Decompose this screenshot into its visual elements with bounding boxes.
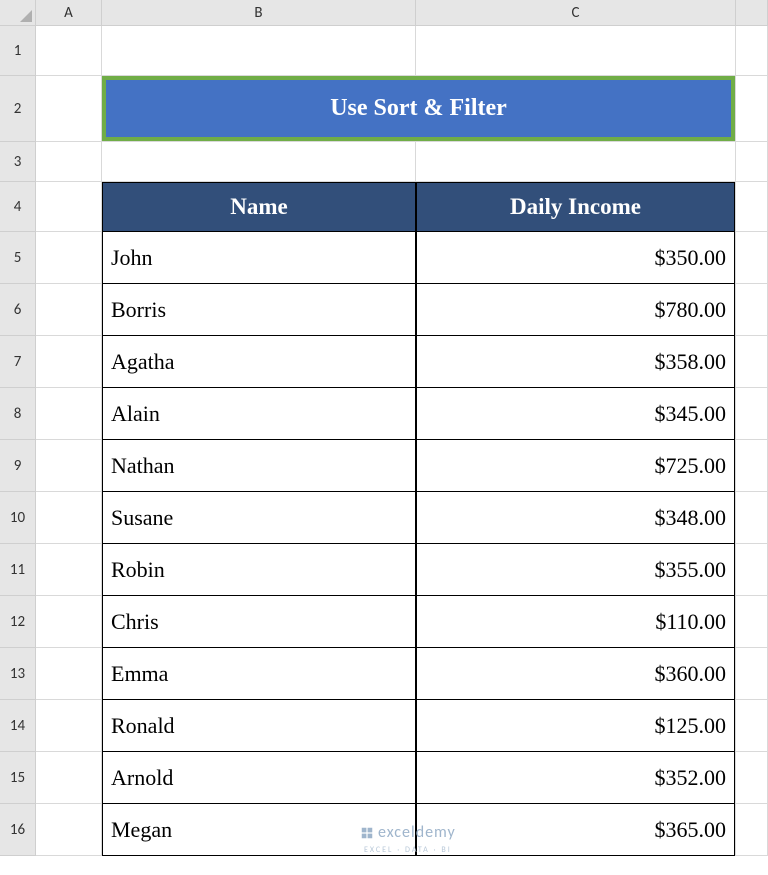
row-header-10[interactable]: 10: [0, 492, 36, 544]
cell-income[interactable]: $365.00: [416, 804, 735, 856]
row-header-14[interactable]: 14: [0, 700, 36, 752]
table-header-name[interactable]: Name: [102, 182, 416, 232]
col-header-next[interactable]: [736, 0, 768, 26]
col-header-A[interactable]: A: [36, 0, 102, 26]
row-header-3[interactable]: 3: [0, 142, 36, 182]
row-header-8[interactable]: 8: [0, 388, 36, 440]
column-headers: A B C: [36, 0, 768, 26]
row-header-16[interactable]: 16: [0, 804, 36, 856]
row-header-11[interactable]: 11: [0, 544, 36, 596]
table-header-income[interactable]: Daily Income: [416, 182, 735, 232]
cell-name[interactable]: Alain: [102, 388, 416, 440]
cell-income[interactable]: $345.00: [416, 388, 735, 440]
watermark-text: exceldemy: [378, 823, 456, 842]
cell-name[interactable]: Borris: [102, 284, 416, 336]
row-header-6[interactable]: 6: [0, 284, 36, 336]
cell-income[interactable]: $110.00: [416, 596, 735, 648]
cell-income[interactable]: $360.00: [416, 648, 735, 700]
spreadsheet-grid: A B C 12345678910111213141516 Use Sort &…: [0, 0, 768, 875]
cell-income[interactable]: $725.00: [416, 440, 735, 492]
row-header-4[interactable]: 4: [0, 182, 36, 232]
row-header-9[interactable]: 9: [0, 440, 36, 492]
cell-name[interactable]: Agatha: [102, 336, 416, 388]
row-header-15[interactable]: 15: [0, 752, 36, 804]
cell-name[interactable]: Chris: [102, 596, 416, 648]
row-header-1[interactable]: 1: [0, 26, 36, 76]
watermark-subtext: EXCEL · DATA · BI: [364, 845, 452, 855]
cell-name[interactable]: John: [102, 232, 416, 284]
watermark: exceldemy EXCEL · DATA · BI: [360, 823, 456, 855]
row-header-5[interactable]: 5: [0, 232, 36, 284]
row-header-7[interactable]: 7: [0, 336, 36, 388]
cell-income[interactable]: $780.00: [416, 284, 735, 336]
title-bar: Use Sort & Filter: [102, 76, 735, 141]
cell-income[interactable]: $350.00: [416, 232, 735, 284]
col-header-B[interactable]: B: [102, 0, 416, 26]
col-header-C[interactable]: C: [416, 0, 736, 26]
cell-income[interactable]: $352.00: [416, 752, 735, 804]
watermark-icon: [360, 826, 374, 840]
cell-name[interactable]: Robin: [102, 544, 416, 596]
cell-name[interactable]: Arnold: [102, 752, 416, 804]
row-header-2[interactable]: 2: [0, 76, 36, 142]
row-headers: 12345678910111213141516: [0, 26, 36, 856]
select-all-corner[interactable]: [0, 0, 36, 26]
row-header-13[interactable]: 13: [0, 648, 36, 700]
cell-income[interactable]: $125.00: [416, 700, 735, 752]
cell-name[interactable]: Susane: [102, 492, 416, 544]
cell-income[interactable]: $355.00: [416, 544, 735, 596]
row-header-12[interactable]: 12: [0, 596, 36, 648]
cell-name[interactable]: Nathan: [102, 440, 416, 492]
sheet-cells: Use Sort & FilterNameDaily IncomeJohn$35…: [36, 26, 768, 875]
cell-income[interactable]: $358.00: [416, 336, 735, 388]
cell-name[interactable]: Emma: [102, 648, 416, 700]
cell-name[interactable]: Ronald: [102, 700, 416, 752]
cell-income[interactable]: $348.00: [416, 492, 735, 544]
